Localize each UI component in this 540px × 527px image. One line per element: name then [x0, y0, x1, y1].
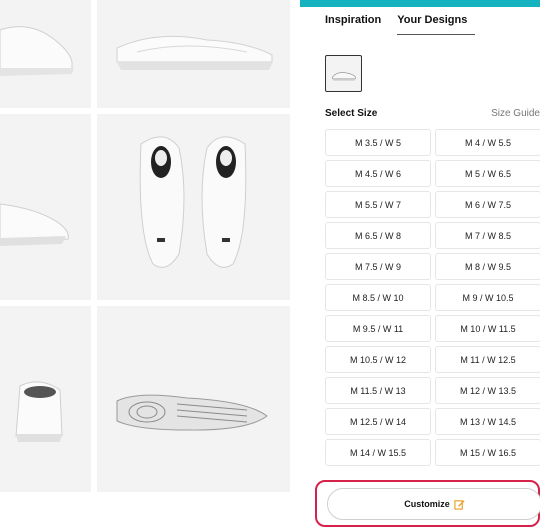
- customize-highlight: Customize: [315, 480, 540, 527]
- product-image-gallery: [0, 0, 300, 527]
- tab-inspiration[interactable]: Inspiration: [325, 14, 381, 35]
- size-option[interactable]: M 14 / W 15.5: [325, 439, 431, 466]
- size-option[interactable]: M 6.5 / W 8: [325, 222, 431, 249]
- size-option[interactable]: M 10.5 / W 12: [325, 346, 431, 373]
- shoe-side-image-2: [0, 203, 69, 246]
- design-thumbnail[interactable]: [325, 55, 362, 92]
- size-header: Select Size Size Guide: [325, 108, 540, 119]
- shoe-image-side-partial-2[interactable]: [0, 114, 91, 300]
- size-option[interactable]: M 4 / W 5.5: [435, 129, 540, 156]
- size-option[interactable]: M 11.5 / W 13: [325, 377, 431, 404]
- shoe-back-image: [15, 381, 63, 442]
- size-option[interactable]: M 3.5 / W 5: [325, 129, 431, 156]
- shoe-image-sole[interactable]: [97, 306, 290, 492]
- shoe-image-side-partial[interactable]: [0, 0, 91, 108]
- tab-your-designs[interactable]: Your Designs: [397, 14, 476, 35]
- shoe-side-image: [0, 26, 74, 76]
- size-option[interactable]: M 13 / W 14.5: [435, 408, 540, 435]
- size-option[interactable]: M 12.5 / W 14: [325, 408, 431, 435]
- shoe-sole-image: [116, 394, 268, 431]
- shoe-image-pair-side[interactable]: [97, 0, 290, 108]
- shoe-image-top-view[interactable]: [97, 114, 290, 300]
- size-option[interactable]: M 9 / W 10.5: [435, 284, 540, 311]
- edit-icon: [454, 499, 465, 510]
- customization-panel: Inspiration Your Designs Select Size Siz…: [313, 0, 540, 527]
- size-option[interactable]: M 8.5 / W 10: [325, 284, 431, 311]
- shoe-pair-image: [116, 35, 273, 70]
- size-option[interactable]: M 7.5 / W 9: [325, 253, 431, 280]
- size-option[interactable]: M 4.5 / W 6: [325, 160, 431, 187]
- customize-button[interactable]: Customize: [327, 488, 540, 520]
- shoe-thumbnail-icon: [332, 72, 356, 81]
- size-grid: M 3.5 / W 5M 4 / W 5.5 M 4.5 / W 6M 5 / W…: [325, 129, 540, 466]
- size-guide-link[interactable]: Size Guide: [491, 108, 540, 119]
- size-option[interactable]: M 15 / W 16.5: [435, 439, 540, 466]
- design-tabs: Inspiration Your Designs: [325, 14, 476, 35]
- customize-label: Customize: [404, 499, 450, 509]
- shoe-image-back-partial[interactable]: [0, 306, 91, 492]
- size-option[interactable]: M 12 / W 13.5: [435, 377, 540, 404]
- size-option[interactable]: M 8 / W 9.5: [435, 253, 540, 280]
- size-option[interactable]: M 7 / W 8.5: [435, 222, 540, 249]
- size-option[interactable]: M 6 / W 7.5: [435, 191, 540, 218]
- size-option[interactable]: M 11 / W 12.5: [435, 346, 540, 373]
- size-option[interactable]: M 10 / W 11.5: [435, 315, 540, 342]
- select-size-label: Select Size: [325, 108, 378, 119]
- size-option[interactable]: M 5.5 / W 7: [325, 191, 431, 218]
- size-option[interactable]: M 5 / W 6.5: [435, 160, 540, 187]
- size-option[interactable]: M 9.5 / W 11: [325, 315, 431, 342]
- shoe-top-view-image: [139, 136, 247, 268]
